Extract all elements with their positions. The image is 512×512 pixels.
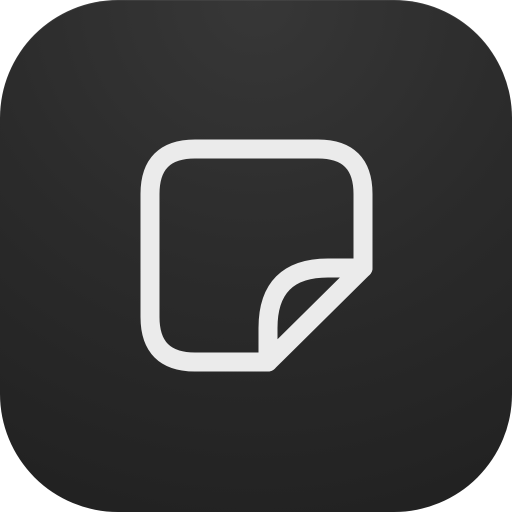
- sticky-note-outline: [140, 139, 373, 372]
- app-icon-tile[interactable]: [0, 0, 512, 512]
- sticky-note-icon: [140, 139, 373, 372]
